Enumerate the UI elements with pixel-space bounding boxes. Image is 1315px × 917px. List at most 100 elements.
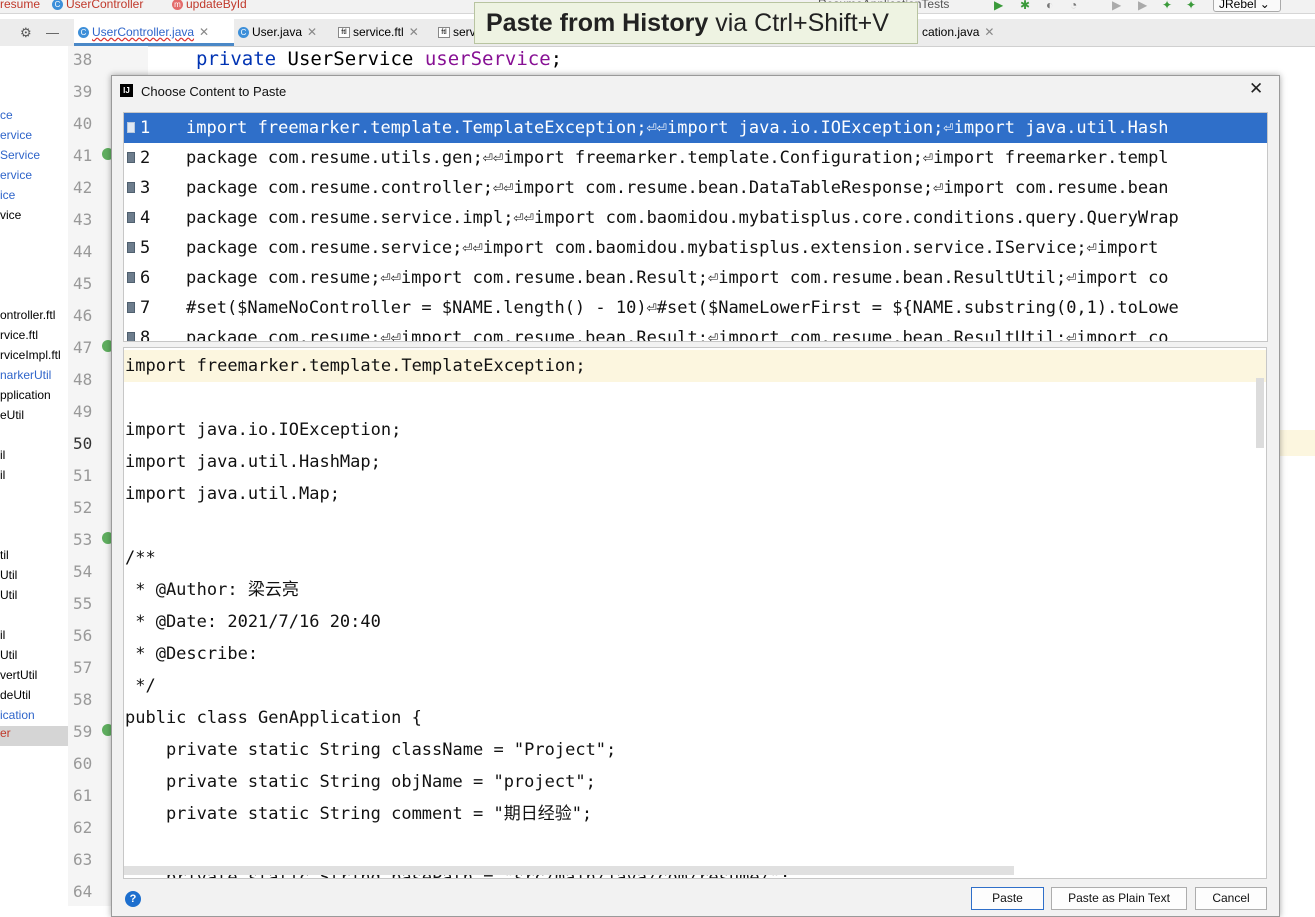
tab-genapplication[interactable]: cation.java ✕ [918,19,1002,46]
breadcrumb-method[interactable]: m updateById [172,0,247,11]
history-item[interactable]: 6 package com.resume;⏎⏎import com.resume.… [124,263,1267,293]
tree-item[interactable]: Util [0,568,17,582]
code-line: * @Author: 梁云亮 [125,580,299,600]
tree-item[interactable]: il [0,628,5,642]
file-icon [127,242,135,253]
method-icon: m [172,0,183,11]
shortcut-hint-popup: Paste from History via Ctrl+Shift+V [474,2,918,44]
run-icon[interactable]: ▶ [994,0,1003,12]
minimize-icon[interactable]: — [46,19,59,46]
close-icon[interactable]: ✕ [199,25,209,39]
line-number: 59 [73,722,93,741]
code-line: private static String className = "Proje… [125,740,617,760]
tree-item[interactable]: Util [0,588,17,602]
close-icon[interactable]: ✕ [307,25,317,39]
file-icon [127,212,135,223]
line-number: 49 [73,402,93,421]
history-item[interactable]: 5 package com.resume.service;⏎⏎import com… [124,233,1267,263]
clipboard-history-list[interactable]: 1 import freemarker.template.TemplateExce… [123,112,1268,342]
history-item[interactable]: 7 #set($NameNoController = $NAME.length()… [124,293,1267,323]
choose-content-dialog: IJ Choose Content to Paste ✕ 1 import fre… [111,75,1280,917]
line-number: 38 [73,50,93,69]
rebel-step-icon[interactable]: ▶ [1138,0,1147,12]
line-number: 54 [73,562,93,581]
history-item-selected[interactable]: 1 import freemarker.template.TemplateExce… [124,113,1267,143]
tab-service-ftl[interactable]: ftl service.ftl ✕ [334,19,438,46]
dialog-title-bar: IJ Choose Content to Paste ✕ [112,76,1279,105]
line-number: 43 [73,210,93,229]
close-icon[interactable]: ✕ [409,25,419,39]
tree-item[interactable]: ication [0,708,35,722]
dialog-title: Choose Content to Paste [141,84,287,99]
preview-code: import freemarker.template.TemplateExcep… [125,350,790,878]
code-line: import java.io.IOException; [125,420,402,440]
history-item[interactable]: 2 package com.resume.utils.gen;⏎⏎import f… [124,143,1267,173]
coverage-icon[interactable]: ◐ [1046,0,1053,12]
paste-button[interactable]: Paste [971,887,1044,910]
tree-item[interactable]: pplication [0,388,51,402]
rebel-attach-icon[interactable]: ✦ [1186,0,1196,12]
tree-item[interactable]: Service [0,148,40,162]
tree-item-selected[interactable]: er [0,726,68,746]
rebel-run-icon[interactable]: ▶ [1112,0,1121,12]
help-icon[interactable]: ? [125,891,141,907]
line-number: 46 [73,306,93,325]
line-number: 40 [73,114,93,133]
file-icon: ftl [338,27,350,39]
file-icon [127,302,135,313]
profile-icon[interactable]: ◔ [1070,0,1077,12]
tree-item[interactable]: ervice [0,128,32,142]
tree-item[interactable]: rviceImpl.ftl [0,348,61,362]
tab-service-impl[interactable]: ftl servi [434,19,478,46]
vertical-scrollbar[interactable] [1256,378,1264,448]
breadcrumb-project[interactable]: resume [0,0,40,11]
line-number: 42 [73,178,93,197]
line-number: 61 [73,786,93,805]
history-item[interactable]: 3 package com.resume.controller;⏎⏎import … [124,173,1267,203]
tab-usercontroller[interactable]: C UserController.java ✕ [74,19,234,46]
code-line: /** [125,548,156,568]
tree-item[interactable]: ice [0,188,15,202]
history-item[interactable]: 4 package com.resume.service.impl;⏎⏎impor… [124,203,1267,233]
rebel-debug-icon[interactable]: ✦ [1162,0,1172,12]
history-item[interactable]: 8 package com.resume;⏎⏎import com.resume.… [124,323,1267,341]
close-icon[interactable]: ✕ [1249,79,1263,99]
chevron-down-icon: ⌄ [1259,0,1270,11]
tree-item[interactable]: ce [0,108,13,122]
line-number: 44 [73,242,93,261]
tree-item[interactable]: ervice [0,168,32,182]
line-number: 47 [73,338,93,357]
tree-item[interactable]: il [0,468,5,482]
tab-user[interactable]: C User.java ✕ [234,19,338,46]
debug-icon[interactable]: ✱ [1020,0,1030,12]
horizontal-scrollbar[interactable] [124,866,1014,875]
tree-item[interactable]: narkerUtil [0,368,51,382]
paste-plain-text-button[interactable]: Paste as Plain Text [1051,887,1187,910]
tree-item[interactable]: Util [0,648,17,662]
line-number: 63 [73,850,93,869]
tree-item[interactable]: il [0,448,5,462]
jrebel-dropdown[interactable]: JRebel ⌄ [1213,0,1281,12]
tree-item[interactable]: deUtil [0,688,31,702]
file-icon [127,122,135,133]
tree-item[interactable]: rvice.ftl [0,328,38,342]
tree-item[interactable]: eUtil [0,408,24,422]
cancel-button[interactable]: Cancel [1195,887,1267,910]
code-line: import java.util.HashMap; [125,452,381,472]
close-icon[interactable]: ✕ [984,25,994,39]
line-number: 64 [73,882,93,901]
intellij-logo-icon: IJ [120,84,133,97]
line-number: 50 [73,434,93,453]
tree-item[interactable]: ontroller.ftl [0,308,55,322]
content-preview[interactable]: import freemarker.template.TemplateExcep… [123,347,1267,879]
gear-icon[interactable]: ⚙ [20,19,32,46]
editor-code-line: private UserService userService; [196,48,563,70]
tree-item[interactable]: vice [0,208,21,222]
breadcrumb-class[interactable]: C UserController [52,0,143,11]
class-icon: C [238,27,249,39]
tree-item[interactable]: vertUtil [0,668,37,682]
code-line: */ [125,676,156,696]
tree-item[interactable]: til [0,548,9,562]
line-number: 39 [73,82,93,101]
class-icon: C [52,0,63,11]
